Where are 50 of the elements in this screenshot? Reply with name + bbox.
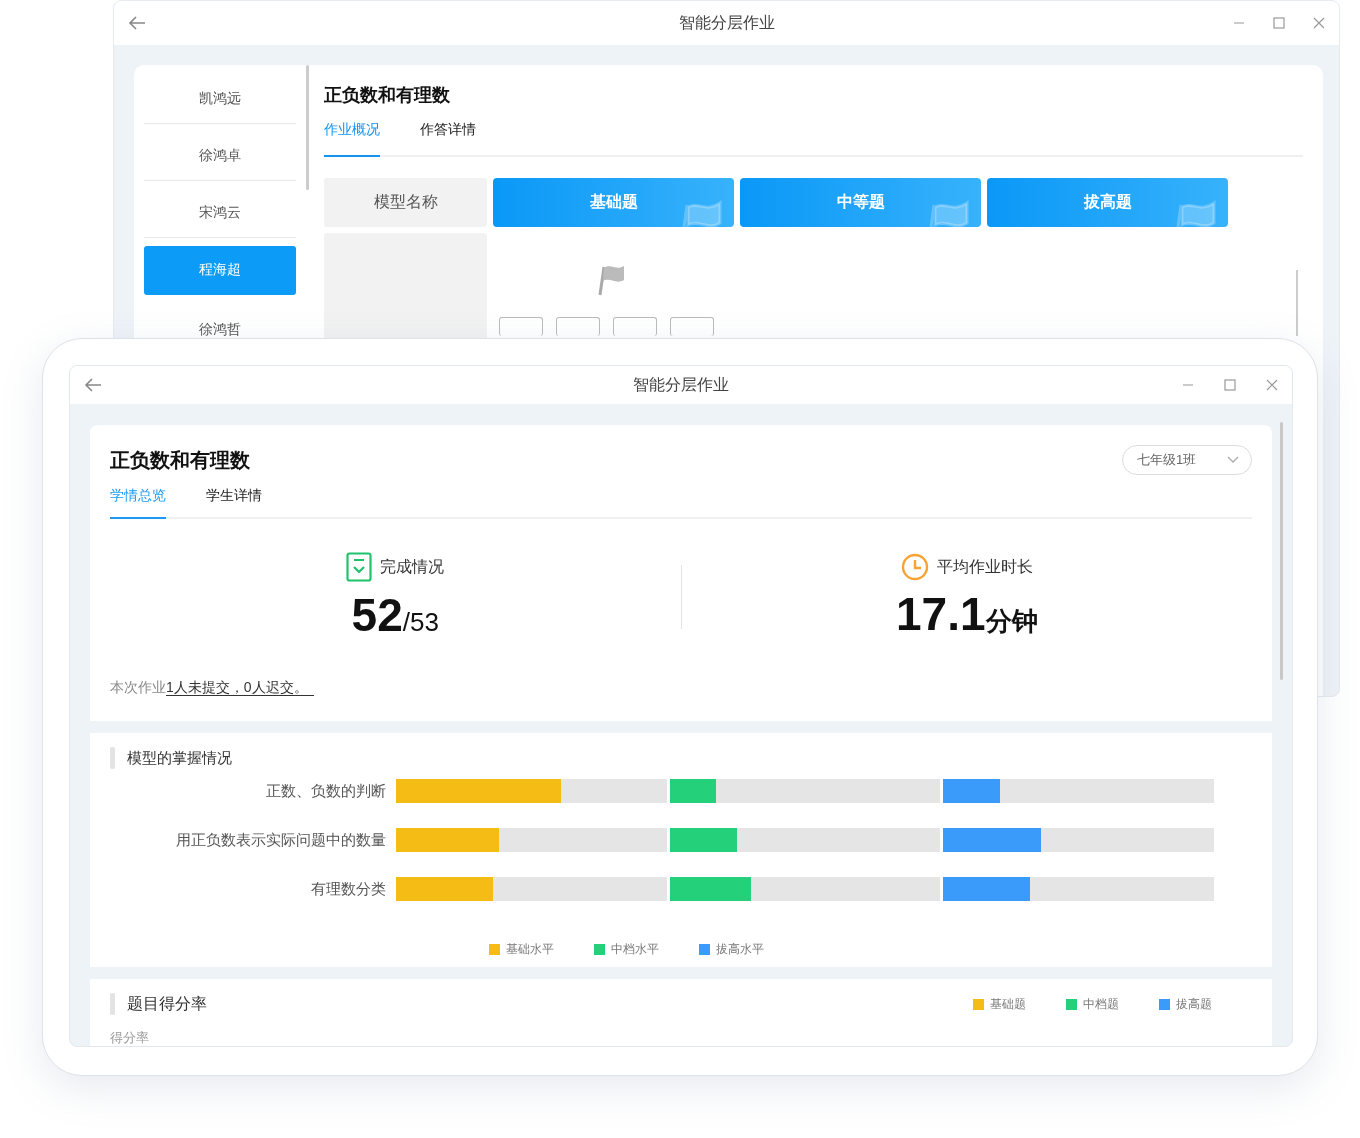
maximize-icon[interactable] — [1224, 379, 1236, 391]
model-label: 用正负数表示实际问题中的数量 — [175, 830, 387, 850]
legend-label: 拔高水平 — [715, 941, 764, 958]
chevron-down-icon — [1227, 456, 1239, 464]
question-number-button[interactable] — [670, 317, 714, 336]
section-title: 模型的掌握情况 — [127, 748, 232, 768]
stat-label: 平均作业时长 — [936, 556, 1033, 577]
missing-submissions-link[interactable]: 1人未提交，0人迟交。 — [166, 679, 314, 696]
scrollbar[interactable] — [306, 65, 309, 190]
assignment-title: 正负数和有理数 — [110, 447, 250, 473]
tab[interactable]: 学生详情 — [206, 487, 262, 519]
close-icon[interactable] — [1313, 17, 1325, 29]
question-number-button[interactable] — [613, 317, 657, 336]
legend-label: 拔高题 — [1176, 995, 1212, 1013]
question-number-button[interactable] — [499, 317, 543, 336]
legend-label: 基础水平 — [505, 941, 554, 958]
checklist-icon — [346, 552, 373, 582]
tab[interactable]: 作答详情 — [420, 121, 476, 157]
scrollbar[interactable] — [1280, 422, 1283, 680]
student-item[interactable]: 徐鸿卓 — [144, 132, 296, 181]
level-header: 基础题 — [493, 178, 734, 227]
back-arrow-icon[interactable] — [128, 16, 146, 30]
axis-label: 得分率 — [110, 1029, 150, 1046]
assignment-title: 正负数和有理数 — [324, 84, 451, 107]
legend-label: 基础题 — [990, 995, 1026, 1013]
section-marker — [110, 747, 115, 769]
legend-label: 中档水平 — [610, 941, 659, 958]
stat-value: 52/53 — [351, 588, 439, 642]
student-item[interactable]: 凯鸿远 — [144, 75, 296, 124]
model-label: 有理数分类 — [310, 879, 387, 899]
question-number-button[interactable] — [556, 317, 600, 336]
window-title: 智能分层作业 — [678, 12, 775, 33]
legend-label: 中档题 — [1083, 995, 1119, 1013]
section-marker — [110, 993, 115, 1015]
clock-icon — [900, 553, 929, 581]
scrollbar[interactable] — [1296, 270, 1298, 336]
student-item[interactable]: 宋鸿云 — [144, 189, 296, 238]
table-header-cell: 模型名称 — [324, 178, 487, 227]
stat-value: 17.1分钟 — [896, 587, 1038, 641]
model-label: 正数、负数的判断 — [265, 781, 387, 801]
section-title: 题目得分率 — [127, 993, 207, 1014]
back-arrow-icon[interactable] — [84, 378, 102, 392]
stat-label: 完成情况 — [380, 556, 445, 577]
student-item[interactable]: 徐鸿哲 — [144, 303, 296, 341]
level-header: 中等题 — [740, 178, 981, 227]
maximize-icon[interactable] — [1273, 17, 1285, 29]
level-header: 拔高题 — [987, 178, 1228, 227]
window-title: 智能分层作业 — [633, 374, 729, 395]
close-icon[interactable] — [1266, 379, 1278, 391]
note-text: 本次作业 — [110, 679, 166, 695]
